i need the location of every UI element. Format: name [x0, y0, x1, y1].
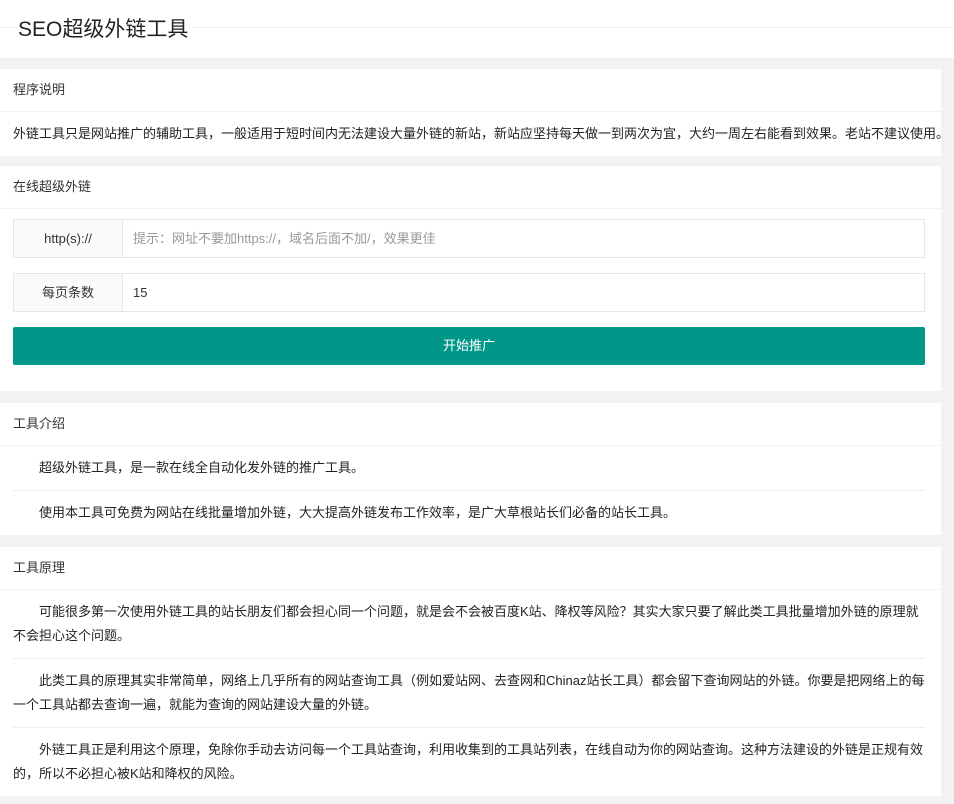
url-form-row: http(s):// [13, 219, 925, 258]
count-input[interactable] [123, 274, 924, 311]
tool-intro-list: 超级外链工具，是一款在线全自动化发外链的推广工具。 使用本工具可免费为网站在线批… [0, 446, 941, 535]
top-bar: SEO超级外链工具 [0, 0, 954, 59]
tool-principle-header: 工具原理 [0, 547, 941, 590]
form-card-header: 在线超级外链 [0, 166, 941, 209]
start-promotion-button[interactable]: 开始推广 [13, 327, 925, 365]
count-form-row: 每页条数 [13, 273, 925, 312]
url-label: http(s):// [14, 220, 123, 257]
tool-principle-paragraph: 外链工具正是利用这个原理，免除你手动去访问每一个工具站查询，利用收集到的工具站列… [13, 742, 924, 781]
page-title: SEO超级外链工具 [18, 13, 193, 43]
intro-card-header: 程序说明 [0, 69, 941, 112]
tool-intro-paragraph: 使用本工具可免费为网站在线批量增加外链，大大提高外链发布工作效率，是广大草根站长… [39, 505, 677, 520]
count-label: 每页条数 [14, 274, 123, 311]
intro-card: 程序说明 外链工具只是网站推广的辅助工具，一般适用于短时间内无法建设大量外链的新… [0, 69, 941, 156]
intro-card-text: 外链工具只是网站推广的辅助工具，一般适用于短时间内无法建设大量外链的新站，新站应… [13, 126, 941, 141]
tool-intro-card: 工具介绍 超级外链工具，是一款在线全自动化发外链的推广工具。 使用本工具可免费为… [0, 403, 941, 535]
tool-principle-list: 可能很多第一次使用外链工具的站长朋友们都会担心同一个问题，就是会不会被百度K站、… [0, 590, 941, 796]
tool-intro-header: 工具介绍 [0, 403, 941, 446]
tool-principle-paragraph: 可能很多第一次使用外链工具的站长朋友们都会担心同一个问题，就是会不会被百度K站、… [13, 590, 925, 659]
url-input[interactable] [123, 220, 924, 257]
tool-principle-card: 工具原理 可能很多第一次使用外链工具的站长朋友们都会担心同一个问题，就是会不会被… [0, 547, 941, 796]
promotion-form-card: 在线超级外链 http(s):// 每页条数 开始推广 [0, 166, 941, 391]
tool-principle-paragraph: 此类工具的原理其实非常简单，网络上几乎所有的网站查询工具（例如爱站网、去查网和C… [13, 659, 925, 728]
promotion-form: http(s):// 每页条数 开始推广 [0, 209, 941, 391]
tool-intro-paragraph: 超级外链工具，是一款在线全自动化发外链的推广工具。 [13, 446, 925, 491]
